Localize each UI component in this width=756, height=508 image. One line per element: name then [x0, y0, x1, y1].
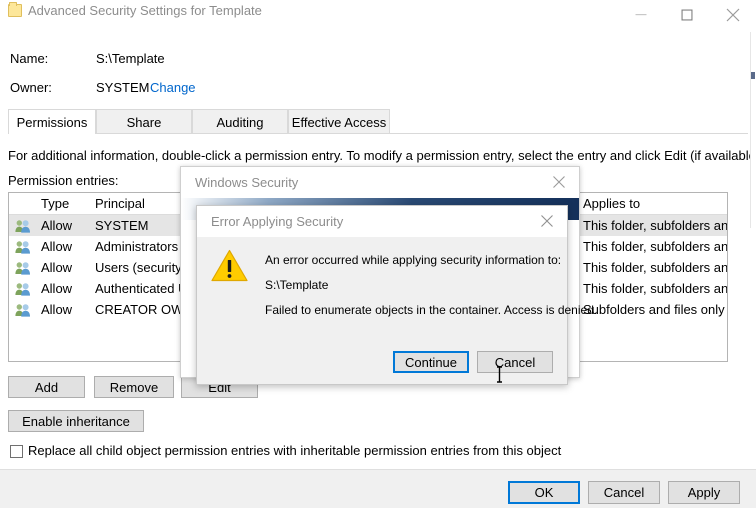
error-applying-security-dialog: Error Applying Security An error occurre… [196, 205, 597, 385]
folder-icon [8, 2, 22, 17]
column-header-type[interactable]: Type [41, 196, 69, 211]
close-button[interactable] [710, 0, 756, 29]
instruction-text: For additional information, double-click… [8, 148, 756, 163]
window-title: Advanced Security Settings for Template [28, 3, 262, 18]
cancel-button[interactable]: Cancel [588, 481, 660, 504]
change-owner-link[interactable]: Change [150, 80, 196, 95]
cell-applies-to: This folder, subfolders and files [583, 260, 728, 275]
tab-share-label: Share [126, 114, 162, 130]
error-message-line1: An error occurred while applying securit… [265, 253, 562, 267]
column-header-applies-to[interactable]: Applies to [583, 196, 640, 211]
users-icon [15, 282, 31, 296]
error-message-path: S:\Template [265, 278, 329, 292]
tab-effective-access-label: Effective Access [291, 114, 387, 130]
cell-type: Allow [41, 239, 73, 254]
edge-indicator-icon [751, 72, 755, 79]
name-value: S:\Template [96, 51, 165, 66]
permission-entries-label: Permission entries: [8, 173, 119, 188]
window-titlebar: Advanced Security Settings for Template [0, 0, 756, 30]
cell-principal: SYSTEM [95, 218, 149, 233]
users-icon [15, 219, 31, 233]
remove-button[interactable]: Remove [94, 376, 174, 398]
windows-security-close-icon[interactable] [539, 167, 579, 197]
minimize-button[interactable] [618, 0, 664, 29]
name-label: Name: [10, 51, 49, 66]
cell-applies-to: This folder, subfolders and files [583, 218, 728, 233]
advanced-security-settings-window: Advanced Security Settings for Template … [0, 0, 756, 508]
cell-type: Allow [41, 302, 73, 317]
footer-bar: OK Cancel Apply [0, 469, 756, 508]
tab-auditing[interactable]: Auditing [192, 109, 288, 134]
tab-underline [8, 133, 748, 134]
enable-inheritance-button[interactable]: Enable inheritance [8, 410, 144, 432]
owner-value: SYSTEM [96, 80, 150, 95]
maximize-button[interactable] [664, 0, 710, 29]
tab-effective-access[interactable]: Effective Access [288, 109, 390, 134]
add-button[interactable]: Add [8, 376, 85, 398]
window-right-edge [750, 32, 756, 228]
tab-auditing-label: Auditing [216, 114, 264, 130]
apply-button[interactable]: Apply [668, 481, 740, 504]
users-icon [15, 303, 31, 317]
column-header-principal[interactable]: Principal [95, 196, 145, 211]
error-dialog-title: Error Applying Security [211, 214, 344, 229]
tab-share[interactable]: Share [96, 109, 192, 134]
replace-child-permissions-label[interactable]: Replace all child object permission entr… [28, 443, 561, 458]
owner-label: Owner: [10, 80, 52, 95]
replace-child-permissions-checkbox[interactable] [10, 445, 23, 458]
text-cursor-icon [496, 366, 503, 383]
error-dialog-close-icon[interactable] [527, 206, 567, 236]
ok-button[interactable]: OK [508, 481, 580, 504]
cell-type: Allow [41, 260, 73, 275]
tab-permissions[interactable]: Permissions [8, 109, 96, 134]
tab-permissions-label: Permissions [16, 114, 88, 130]
error-cancel-button[interactable]: Cancel [477, 351, 553, 373]
cell-type: Allow [41, 281, 73, 296]
tab-active-indicator [9, 133, 95, 135]
error-message-line3: Failed to enumerate objects in the conta… [265, 303, 598, 317]
windows-security-title: Windows Security [195, 175, 299, 190]
cell-applies-to: Subfolders and files only [583, 302, 725, 317]
cell-applies-to: This folder, subfolders and files [583, 239, 728, 254]
cell-type: Allow [41, 218, 73, 233]
users-icon [15, 240, 31, 254]
error-dialog-titlebar: Error Applying Security [197, 206, 567, 237]
cell-applies-to: This folder, subfolders and files [583, 281, 728, 296]
users-icon [15, 261, 31, 275]
warning-icon [211, 249, 248, 282]
error-continue-button[interactable]: Continue [393, 351, 469, 373]
